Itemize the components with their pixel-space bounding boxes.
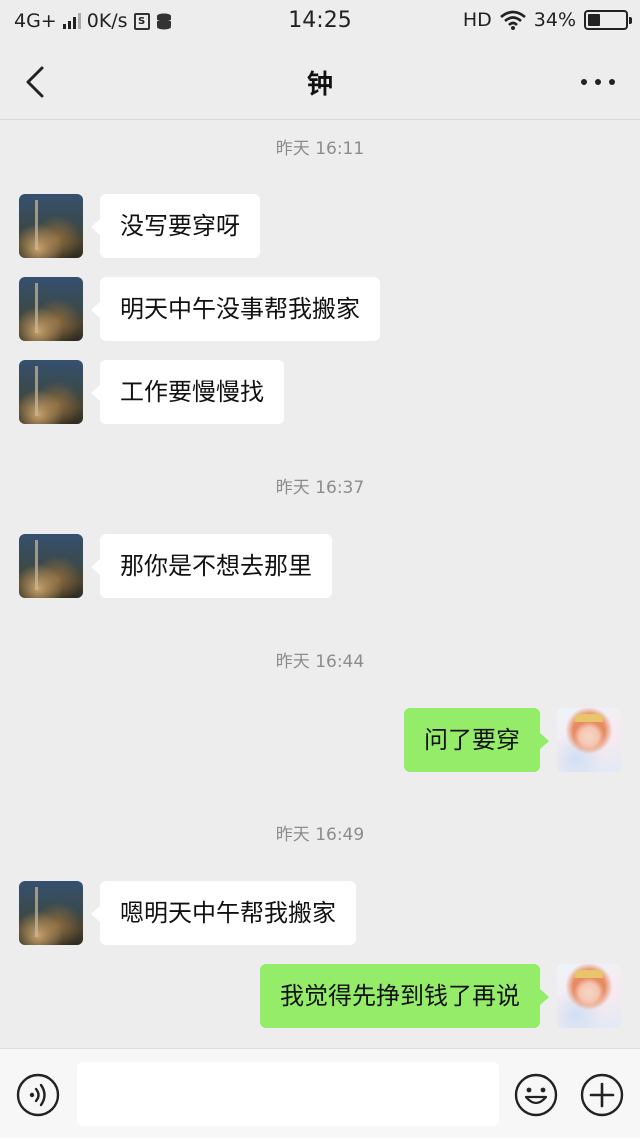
friend-avatar[interactable] <box>19 360 83 424</box>
input-bar <box>0 1048 640 1138</box>
status-bar: 4G+ 0K/s S 14:25 HD 34% <box>0 0 640 42</box>
friend-avatar[interactable] <box>19 194 83 258</box>
more-dots-icon <box>581 79 615 85</box>
hd-label: HD <box>462 9 492 31</box>
timestamp: 昨天 16:11 <box>275 139 365 159</box>
message-bubble[interactable]: 问了要穿 <box>404 708 549 772</box>
more-functions-button[interactable] <box>580 1073 624 1117</box>
plus-icon <box>580 1073 624 1117</box>
message-bubble[interactable]: 我觉得先挣到钱了再说 <box>260 964 549 1028</box>
message-bubble[interactable]: 没写要穿呀 <box>91 194 260 258</box>
message-received: 嗯明天中午帮我搬家 <box>0 881 640 945</box>
message-sent: 问了要穿 <box>0 708 640 772</box>
message-received: 明天中午没事帮我搬家 <box>0 277 640 341</box>
message-sent: 我觉得先挣到钱了再说 <box>0 964 640 1028</box>
self-avatar[interactable] <box>557 708 621 772</box>
more-button[interactable] <box>578 70 618 94</box>
message-bubble[interactable]: 那你是不想去那里 <box>91 534 332 598</box>
message-received: 那你是不想去那里 <box>0 534 640 598</box>
message-bubble[interactable]: 明天中午没事帮我搬家 <box>91 277 380 341</box>
self-avatar[interactable] <box>557 964 621 1028</box>
friend-avatar[interactable] <box>19 277 83 341</box>
message-received: 没写要穿呀 <box>0 194 640 258</box>
message-bubble[interactable]: 工作要慢慢找 <box>91 360 284 424</box>
emoji-icon <box>514 1073 558 1117</box>
emoji-button[interactable] <box>514 1073 558 1117</box>
message-input[interactable] <box>77 1062 499 1126</box>
wifi-icon <box>499 10 526 30</box>
status-right: HD 34% <box>462 9 632 31</box>
friend-avatar[interactable] <box>19 881 83 945</box>
timestamp: 昨天 16:37 <box>275 478 365 498</box>
voice-button[interactable] <box>16 1073 60 1117</box>
voice-icon <box>16 1073 60 1117</box>
friend-avatar[interactable] <box>19 534 83 598</box>
battery-icon <box>584 10 632 30</box>
chat-header: 钟 <box>0 42 640 120</box>
battery-percent: 34% <box>533 9 576 31</box>
chat-title: 钟 <box>306 70 333 100</box>
message-bubble[interactable]: 嗯明天中午帮我搬家 <box>91 881 356 945</box>
message-received: 工作要慢慢找 <box>0 360 640 424</box>
message-list[interactable]: 昨天 16:11 没写要穿呀 明天中午没事帮我搬家 工作要慢慢找 昨天 16:3… <box>0 121 640 1048</box>
timestamp: 昨天 16:49 <box>275 825 365 845</box>
timestamp: 昨天 16:44 <box>275 652 365 672</box>
